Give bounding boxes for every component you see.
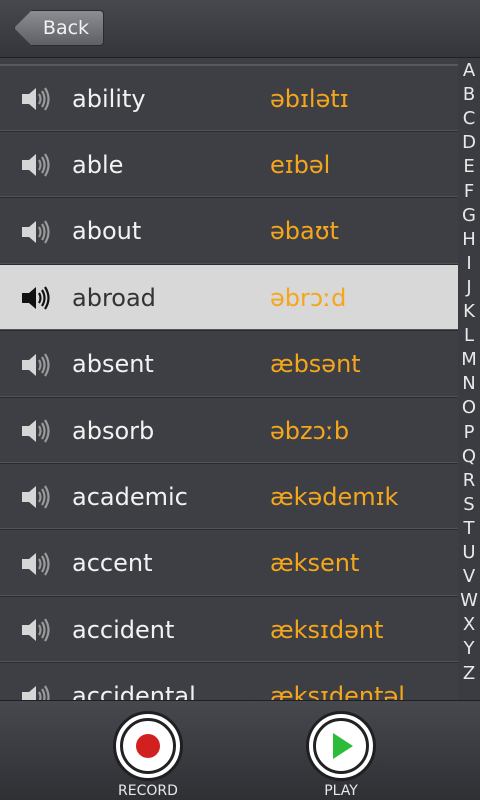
speaker-icon[interactable] <box>20 283 52 313</box>
word-text: accent <box>72 549 153 578</box>
ipa-text: əbɪlətɪ <box>270 84 349 113</box>
speaker-icon[interactable] <box>20 549 52 579</box>
list-item[interactable]: absent æbsənt <box>0 332 458 398</box>
word-text: about <box>72 217 142 246</box>
record-button-ring <box>120 718 176 774</box>
list-item[interactable]: about əbaʊt <box>0 199 458 265</box>
word-list[interactable]: ability əbɪlətɪ able eɪbəl about əbaʊt abroad ə… <box>0 58 458 700</box>
ipa-text: æksɪdentəl <box>270 682 405 700</box>
record-icon <box>136 734 160 758</box>
index-letter[interactable]: X <box>458 614 480 636</box>
play-icon <box>333 733 353 759</box>
list-item[interactable]: absorb əbzɔːb <box>0 398 458 464</box>
list-item[interactable]: abroad əbrɔːd <box>0 265 458 332</box>
index-letter[interactable]: W <box>458 590 480 612</box>
index-letter[interactable]: S <box>458 494 480 516</box>
ipa-text: æksent <box>270 549 360 578</box>
word-text: absent <box>72 350 154 379</box>
ipa-text: æbsənt <box>270 350 361 379</box>
list-item[interactable]: accent æksent <box>0 531 458 597</box>
header-bar: Back <box>0 0 480 58</box>
index-letter[interactable]: R <box>458 470 480 492</box>
play-button[interactable] <box>306 711 376 781</box>
word-text: academic <box>72 482 188 511</box>
list-item[interactable]: accident æksɪdənt <box>0 597 458 664</box>
play-button-ring <box>313 718 369 774</box>
back-button[interactable]: Back <box>14 10 104 46</box>
index-letter[interactable]: D <box>458 132 480 154</box>
index-letter[interactable]: M <box>458 349 480 371</box>
index-letter[interactable]: E <box>458 156 480 178</box>
word-text: accidental <box>72 682 196 700</box>
index-letter[interactable]: F <box>458 181 480 203</box>
alphabet-index[interactable]: ABCDEFGHIJKLMNOPQRSTUVWXYZ <box>458 58 480 700</box>
back-button-label: Back <box>42 17 90 39</box>
ipa-text: æksɪdənt <box>270 615 384 644</box>
word-text: absorb <box>72 416 155 445</box>
index-letter[interactable]: T <box>458 518 480 540</box>
ipa-text: əbrɔːd <box>270 283 347 312</box>
record-label: RECORD <box>118 783 178 799</box>
ipa-text: əbzɔːb <box>270 416 350 445</box>
list-item[interactable]: academic ækədemɪk <box>0 464 458 531</box>
list-item[interactable]: able eɪbəl <box>0 132 458 199</box>
index-letter[interactable]: J <box>458 277 480 299</box>
speaker-icon[interactable] <box>20 217 52 247</box>
index-letter[interactable]: A <box>458 60 480 82</box>
ipa-text: ækədemɪk <box>270 482 399 511</box>
speaker-icon[interactable] <box>20 682 52 700</box>
index-letter[interactable]: I <box>458 253 480 275</box>
speaker-icon[interactable] <box>20 416 52 446</box>
ipa-text: eɪbəl <box>270 150 331 179</box>
index-letter[interactable]: H <box>458 229 480 251</box>
index-letter[interactable]: U <box>458 542 480 564</box>
index-letter[interactable]: Y <box>458 638 480 660</box>
ipa-text: əbaʊt <box>270 217 339 246</box>
word-text: ability <box>72 84 146 113</box>
index-letter[interactable]: Q <box>458 446 480 468</box>
list-item[interactable]: accidental æksɪdentəl <box>0 664 458 700</box>
word-text: abroad <box>72 283 156 312</box>
speaker-icon[interactable] <box>20 615 52 645</box>
bottom-controls: RECORD PLAY <box>0 700 480 800</box>
speaker-icon[interactable] <box>20 350 52 380</box>
index-letter[interactable]: K <box>458 301 480 323</box>
index-letter[interactable]: G <box>458 205 480 227</box>
index-letter[interactable]: P <box>458 422 480 444</box>
index-letter[interactable]: N <box>458 373 480 395</box>
index-letter[interactable]: Z <box>458 663 480 685</box>
word-text: able <box>72 150 124 179</box>
record-button[interactable] <box>113 711 183 781</box>
list-item[interactable]: ability əbɪlətɪ <box>0 66 458 132</box>
word-text: accident <box>72 615 175 644</box>
speaker-icon[interactable] <box>20 84 52 114</box>
index-letter[interactable]: O <box>458 397 480 419</box>
index-letter[interactable]: L <box>458 325 480 347</box>
index-letter[interactable]: V <box>458 566 480 588</box>
index-letter[interactable]: B <box>458 84 480 106</box>
index-letter[interactable]: C <box>458 108 480 130</box>
speaker-icon[interactable] <box>20 482 52 512</box>
speaker-icon[interactable] <box>20 150 52 180</box>
play-label: PLAY <box>324 783 358 799</box>
